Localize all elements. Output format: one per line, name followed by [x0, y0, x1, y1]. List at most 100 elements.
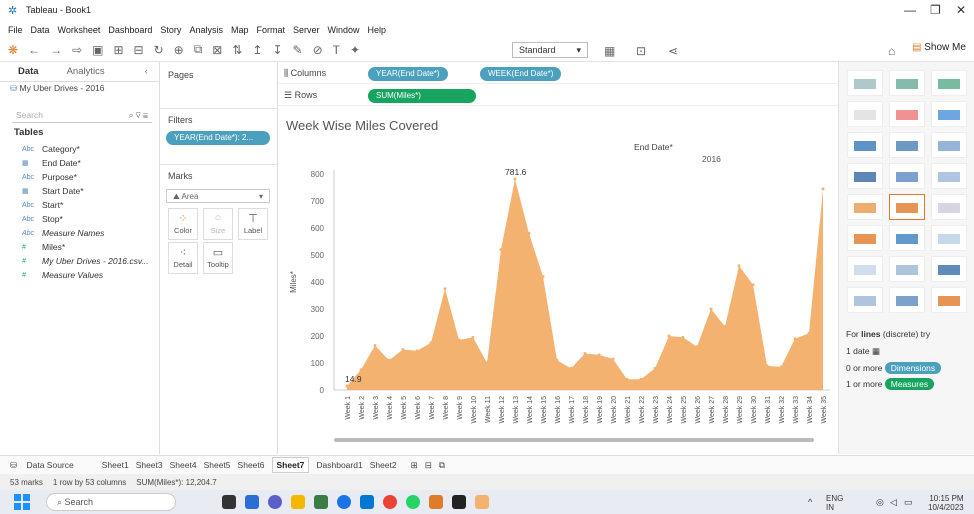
highlight-icon[interactable]: ✎: [293, 43, 303, 57]
tableau-home-icon[interactable]: ❋: [8, 43, 18, 57]
menu-item-worksheet[interactable]: Worksheet: [58, 25, 101, 35]
data-point[interactable]: [485, 361, 489, 365]
field-item[interactable]: Abc Category*: [22, 142, 158, 156]
chart-type-thumbnail[interactable]: [847, 132, 883, 158]
menu-item-file[interactable]: File: [8, 25, 23, 35]
edge-icon[interactable]: [337, 495, 351, 509]
data-point[interactable]: [653, 366, 657, 370]
menu-item-dashboard[interactable]: Dashboard: [108, 25, 152, 35]
field-item[interactable]: Abc Start*: [22, 198, 158, 212]
data-point[interactable]: [387, 358, 391, 362]
chart-type-thumbnail[interactable]: [847, 194, 883, 220]
volume-icon[interactable]: ◁: [890, 497, 897, 508]
chart-type-thumbnail[interactable]: [889, 256, 925, 282]
tray-chevron-icon[interactable]: ^: [808, 497, 812, 507]
menu-item-format[interactable]: Format: [256, 25, 285, 35]
menu-item-server[interactable]: Server: [293, 25, 320, 35]
data-point[interactable]: [737, 264, 741, 268]
chart-type-thumbnail[interactable]: [889, 163, 925, 189]
new-story-icon[interactable]: ⧉: [439, 460, 445, 471]
field-item[interactable]: Abc Stop*: [22, 212, 158, 226]
mark-type-dropdown[interactable]: ⛰ Area ▾: [166, 189, 270, 203]
data-point[interactable]: [709, 307, 713, 311]
data-point[interactable]: [471, 335, 475, 339]
data-point[interactable]: [373, 343, 377, 347]
field-item[interactable]: # Measure Values: [22, 268, 158, 282]
size-button[interactable]: ○ Size: [203, 208, 233, 240]
refresh-icon[interactable]: ↻: [154, 43, 164, 57]
color-button[interactable]: ⁘ Color: [168, 208, 198, 240]
sheet-tab-sheet3[interactable]: Sheet3: [136, 460, 163, 470]
pin-icon[interactable]: ✦: [350, 43, 360, 57]
data-point[interactable]: [667, 334, 671, 338]
data-point[interactable]: [695, 345, 699, 349]
battery-icon[interactable]: ▭: [904, 497, 913, 508]
teams-icon[interactable]: [268, 495, 282, 509]
chart-type-thumbnail[interactable]: [889, 70, 925, 96]
data-point[interactable]: [345, 384, 349, 388]
chart-type-thumbnail[interactable]: [889, 101, 925, 127]
columns-shelf[interactable]: ⫼ Columns YEAR(End Date*) WEEK(End Date*…: [278, 64, 838, 84]
chart-type-thumbnail[interactable]: [847, 70, 883, 96]
label-button[interactable]: ⊤ Label: [238, 208, 268, 240]
sheet-tab-sheet7[interactable]: Sheet7: [271, 457, 310, 473]
chart-type-thumbnail[interactable]: [931, 256, 967, 282]
chart-type-thumbnail[interactable]: [847, 163, 883, 189]
chart-type-thumbnail[interactable]: [931, 70, 967, 96]
data-point[interactable]: [723, 325, 727, 329]
data-point[interactable]: [765, 364, 769, 368]
labels-icon[interactable]: T: [333, 43, 340, 57]
search-input[interactable]: Search ⌕ ⊽ ≣: [12, 109, 152, 123]
windows-start-icon[interactable]: [14, 494, 30, 510]
chart-type-thumbnail[interactable]: [889, 194, 925, 220]
area-chart[interactable]: 0 100 200 300 400 500 600 700 800 Miles* 14.9 781.6…: [278, 108, 838, 454]
field-item[interactable]: Abc Purpose*: [22, 170, 158, 184]
chart-type-thumbnail[interactable]: [931, 163, 967, 189]
duplicate-icon[interactable]: ⧉: [194, 42, 203, 57]
data-point[interactable]: [569, 366, 573, 370]
minimize-icon[interactable]: —: [904, 3, 916, 17]
menu-item-story[interactable]: Story: [160, 25, 181, 35]
widgets-icon[interactable]: [245, 495, 259, 509]
save-icon[interactable]: ▣: [92, 43, 103, 57]
chart-type-thumbnail[interactable]: [847, 101, 883, 127]
tray-clock[interactable]: 10:15 PM 10/4/2023: [928, 494, 964, 512]
data-point[interactable]: [639, 377, 643, 381]
taskbar-search[interactable]: ⌕ Search: [46, 493, 176, 511]
rows-shelf[interactable]: ☰ Rows SUM(Miles*): [278, 86, 838, 106]
columns-pill-week[interactable]: WEEK(End Date*): [480, 67, 562, 81]
share-icon[interactable]: ⋖: [668, 44, 678, 58]
data-point[interactable]: [611, 357, 615, 361]
sheet-tab-sheet6[interactable]: Sheet6: [238, 460, 265, 470]
sheet-tab-sheet4[interactable]: Sheet4: [170, 460, 197, 470]
data-point[interactable]: [583, 352, 587, 356]
data-point[interactable]: [527, 231, 531, 235]
data-point[interactable]: [821, 187, 825, 191]
restore-icon[interactable]: ❐: [930, 3, 941, 17]
sheet-tab-sheet2[interactable]: Sheet2: [370, 460, 397, 470]
collapse-icon[interactable]: ‹: [145, 66, 148, 77]
show-me-button[interactable]: ▤ Show Me: [912, 42, 966, 53]
tooltip-button[interactable]: ▭ Tooltip: [203, 242, 233, 274]
data-point[interactable]: [793, 337, 797, 341]
comment-icon[interactable]: ⌂: [888, 44, 895, 58]
chart-type-thumbnail[interactable]: [847, 225, 883, 251]
chart-type-thumbnail[interactable]: [931, 194, 967, 220]
sheet-tab-sheet1[interactable]: Sheet1: [102, 460, 129, 470]
data-point[interactable]: [751, 283, 755, 287]
field-item[interactable]: Abc Measure Names: [22, 226, 158, 240]
data-point[interactable]: [625, 377, 629, 381]
menu-item-map[interactable]: Map: [231, 25, 249, 35]
columns-pill-year[interactable]: YEAR(End Date*): [368, 67, 448, 81]
presentation-icon[interactable]: ⊡: [636, 44, 646, 58]
sort-desc-icon[interactable]: ↧: [272, 43, 282, 57]
sort-asc-icon[interactable]: ↥: [252, 43, 262, 57]
data-point[interactable]: [443, 287, 447, 291]
filter-pill[interactable]: YEAR(End Date*): 2...: [166, 131, 270, 145]
datasource-item[interactable]: ⛁ My Uber Drives - 2016: [10, 83, 105, 94]
field-item[interactable]: # Miles*: [22, 240, 158, 254]
rows-pill-miles[interactable]: SUM(Miles*): [368, 89, 476, 103]
data-point[interactable]: [681, 335, 685, 339]
data-point[interactable]: [597, 353, 601, 357]
tray-lang[interactable]: ENG IN: [826, 494, 843, 512]
